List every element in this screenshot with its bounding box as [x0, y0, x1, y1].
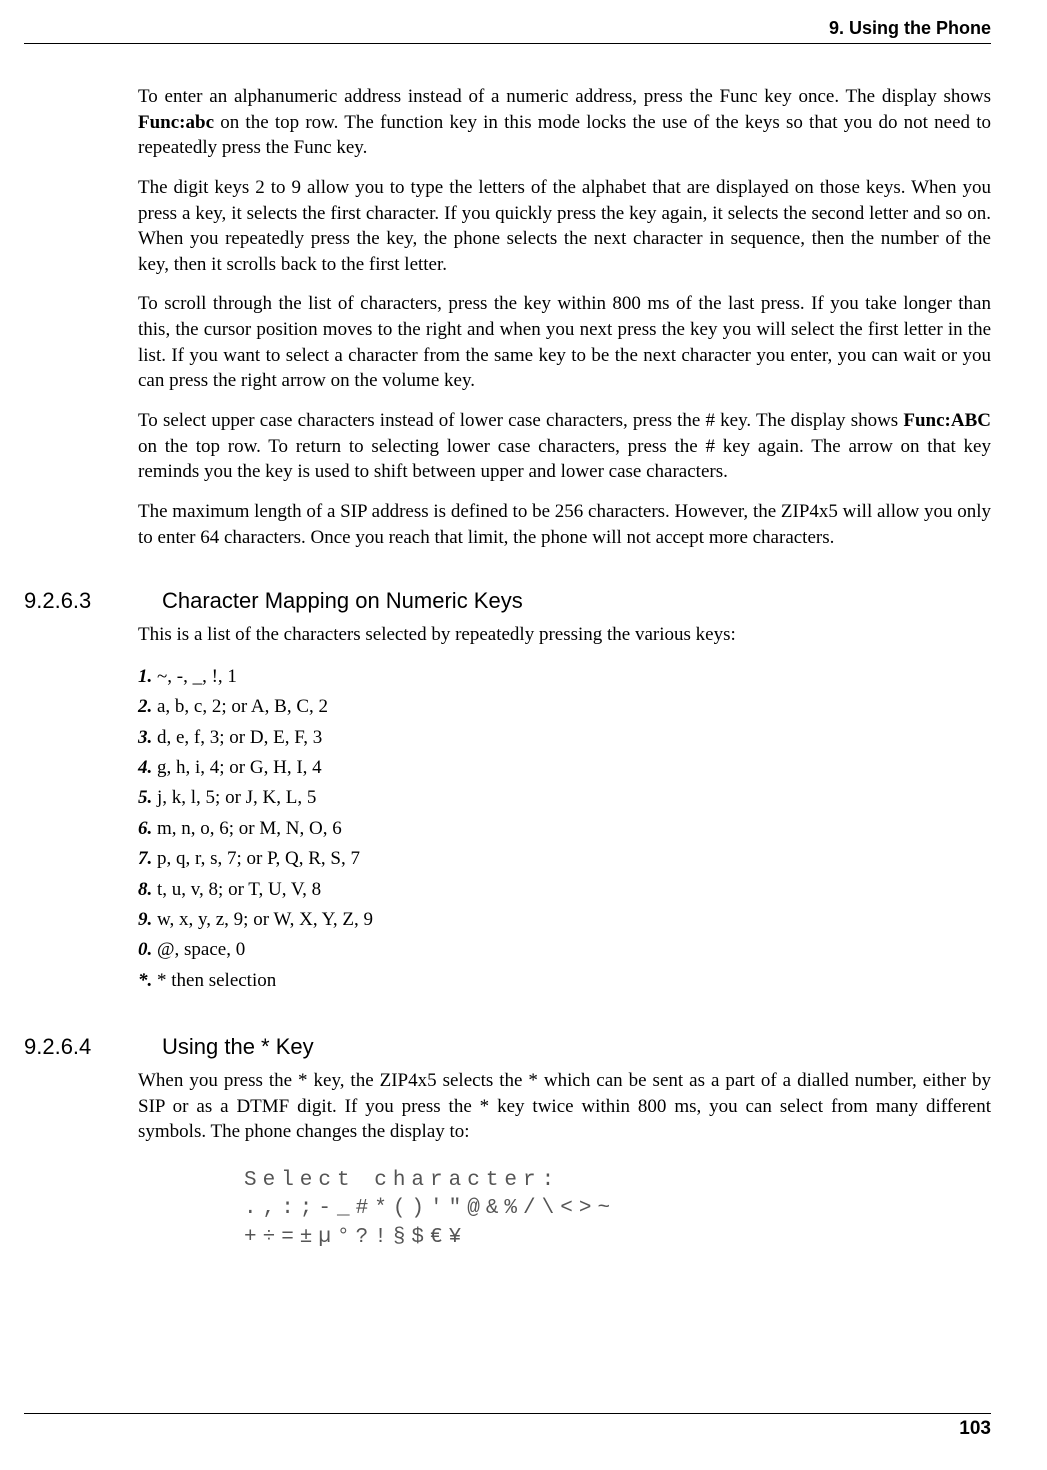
- list-item-key: 4.: [138, 757, 152, 778]
- list-item-text: t, u, v, 8; or T, U, V, 8: [152, 879, 321, 900]
- list-item-text: * then selection: [152, 970, 276, 991]
- list-item: 7. p, q, r, s, 7; or P, Q, R, S, 7: [138, 844, 991, 874]
- list-item-key: 6.: [138, 818, 152, 839]
- paragraph-4b: on the top row. To return to selecting l…: [138, 436, 991, 483]
- paragraph-3: To scroll through the list of characters…: [138, 291, 991, 394]
- section1-intro: This is a list of the characters selecte…: [138, 622, 991, 648]
- section-number: 9.2.6.4: [24, 1034, 162, 1060]
- paragraph-4a: To select upper case characters instead …: [138, 410, 903, 431]
- list-item: 5. j, k, l, 5; or J, K, L, 5: [138, 783, 991, 813]
- list-item-text: j, k, l, 5; or J, K, L, 5: [152, 787, 316, 808]
- paragraph-5: The maximum length of a SIP address is d…: [138, 499, 991, 550]
- list-item-text: a, b, c, 2; or A, B, C, 2: [152, 696, 328, 717]
- list-item: 3. d, e, f, 3; or D, E, F, 3: [138, 723, 991, 753]
- page: 9. Using the Phone To enter an alphanume…: [0, 0, 1047, 1470]
- list-item-key: 3.: [138, 727, 152, 748]
- list-item-text: d, e, f, 3; or D, E, F, 3: [152, 727, 322, 748]
- list-item-text: m, n, o, 6; or M, N, O, 6: [152, 818, 341, 839]
- list-item: 8. t, u, v, 8; or T, U, V, 8: [138, 875, 991, 905]
- list-item-key: 2.: [138, 696, 152, 717]
- list-item-text: g, h, i, 4; or G, H, I, 4: [152, 757, 321, 778]
- running-head: 9. Using the Phone: [24, 18, 991, 44]
- list-item-key: *.: [138, 970, 152, 991]
- list-item-key: 8.: [138, 879, 152, 900]
- func-abc-label: Func:abc: [138, 112, 214, 133]
- section-title: Character Mapping on Numeric Keys: [162, 588, 523, 614]
- list-item-text: w, x, y, z, 9; or W, X, Y, Z, 9: [152, 909, 373, 930]
- list-item: 0. @, space, 0: [138, 935, 991, 965]
- section-character-mapping: 9.2.6.3 Character Mapping on Numeric Key…: [24, 588, 991, 996]
- page-footer: 103: [24, 1413, 991, 1440]
- section-star-key: 9.2.6.4 Using the * Key When you press t…: [24, 1034, 991, 1252]
- paragraph-2: The digit keys 2 to 9 allow you to type …: [138, 175, 991, 278]
- section-title: Using the * Key: [162, 1034, 314, 1060]
- paragraph-1b: on the top row. The function key in this…: [138, 112, 991, 159]
- list-item: 4. g, h, i, 4; or G, H, I, 4: [138, 753, 991, 783]
- list-item-key: 0.: [138, 939, 152, 960]
- list-item: 2. a, b, c, 2; or A, B, C, 2: [138, 692, 991, 722]
- list-item-key: 9.: [138, 909, 152, 930]
- section-heading: 9.2.6.4 Using the * Key: [24, 1034, 991, 1060]
- paragraph-1a: To enter an alphanumeric address instead…: [138, 86, 991, 107]
- lcd-display: Select character: .,:;-_#*()'"@&%/\<>~ +…: [244, 1167, 991, 1252]
- func-ABC-label: Func:ABC: [903, 410, 991, 431]
- paragraph-1: To enter an alphanumeric address instead…: [138, 84, 991, 161]
- list-item-key: 7.: [138, 848, 152, 869]
- list-item: *. * then selection: [138, 966, 991, 996]
- list-item: 6. m, n, o, 6; or M, N, O, 6: [138, 814, 991, 844]
- body-column: To enter an alphanumeric address instead…: [138, 84, 991, 550]
- list-item: 9. w, x, y, z, 9; or W, X, Y, Z, 9: [138, 905, 991, 935]
- paragraph-4: To select upper case characters instead …: [138, 408, 991, 485]
- section-number: 9.2.6.3: [24, 588, 162, 614]
- page-number: 103: [959, 1418, 991, 1439]
- list-item-text: @, space, 0: [152, 939, 245, 960]
- list-item-key: 1.: [138, 666, 152, 687]
- section-heading: 9.2.6.3 Character Mapping on Numeric Key…: [24, 588, 991, 614]
- list-item-text: p, q, r, s, 7; or P, Q, R, S, 7: [152, 848, 360, 869]
- list-item-key: 5.: [138, 787, 152, 808]
- list-item-text: ~, -, _, !, 1: [152, 666, 237, 687]
- list-item: 1. ~, -, _, !, 1: [138, 662, 991, 692]
- character-mapping-list: 1. ~, -, _, !, 12. a, b, c, 2; or A, B, …: [138, 662, 991, 996]
- section2-intro: When you press the * key, the ZIP4x5 sel…: [138, 1068, 991, 1145]
